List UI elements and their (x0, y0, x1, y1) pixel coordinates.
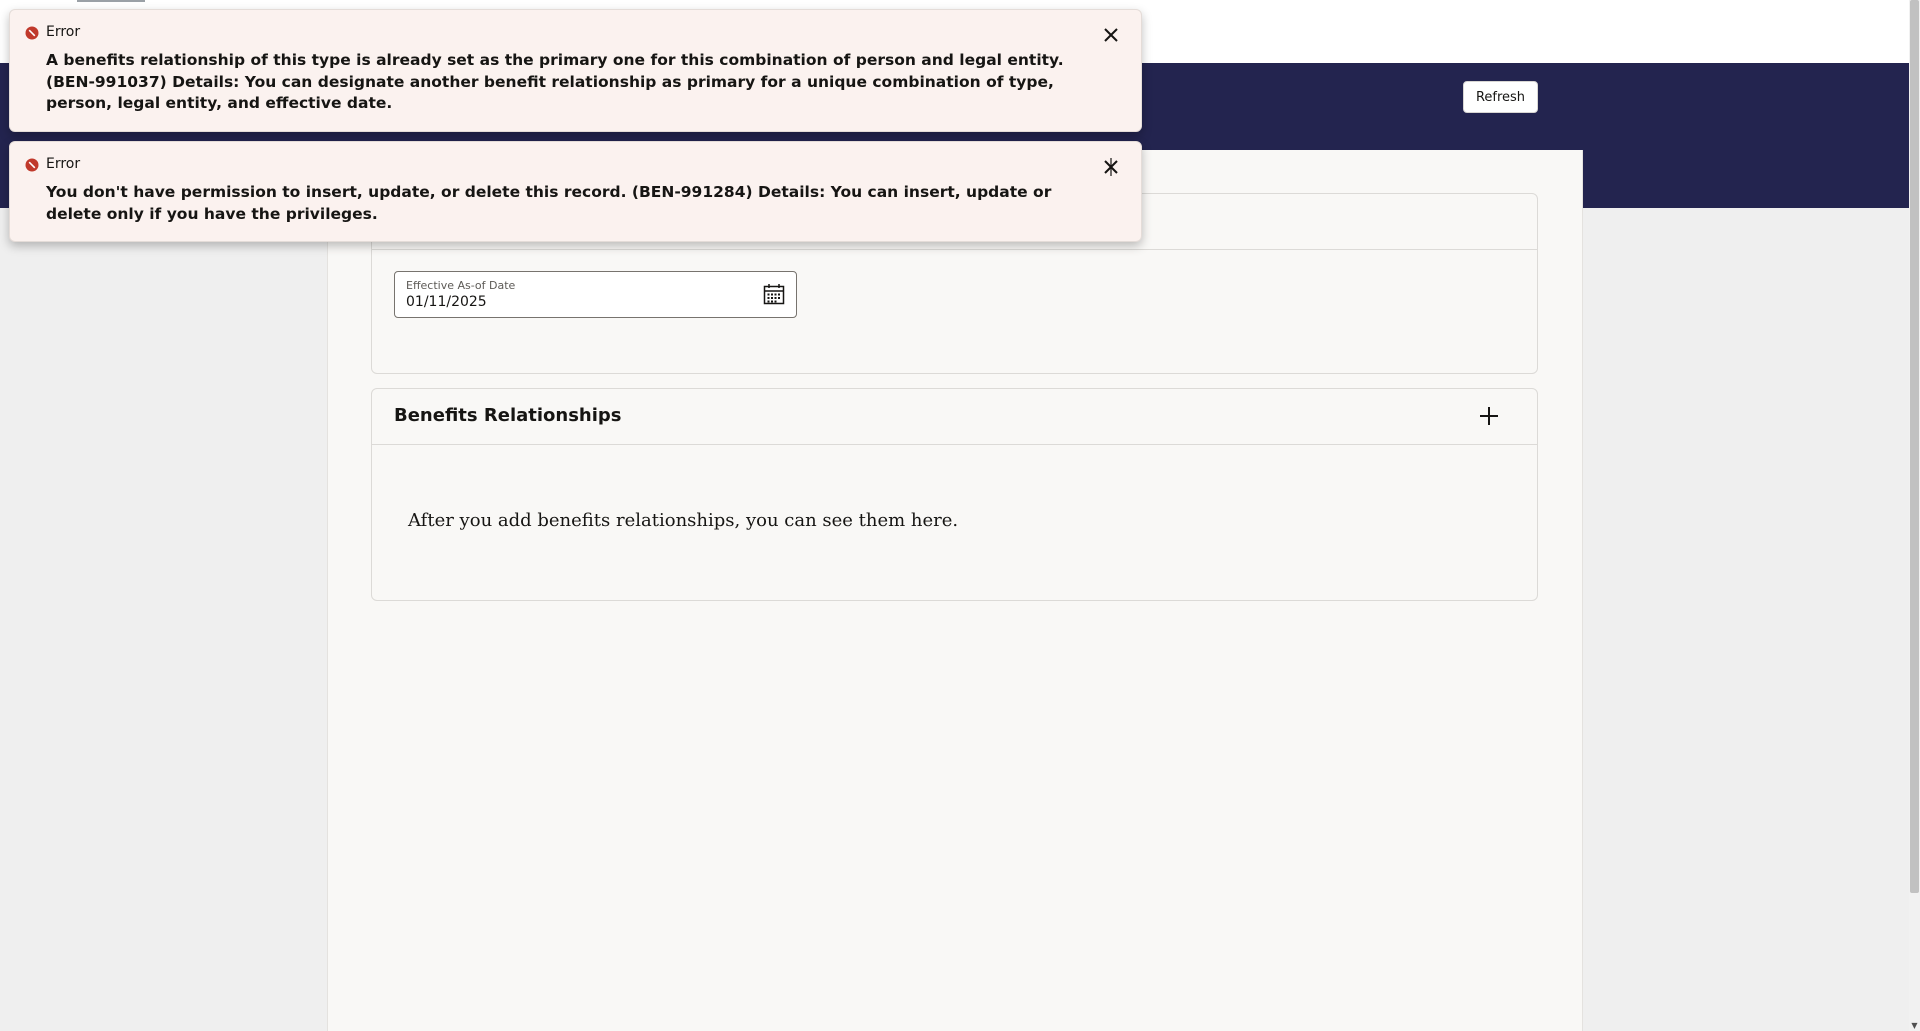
notification-title: Error (46, 24, 81, 40)
error-notification: Error A benefits relationship of this ty… (9, 9, 1142, 132)
scroll-down-icon[interactable]: ▼ (1909, 1019, 1920, 1031)
section-title: Benefits Relationships (394, 405, 622, 426)
refresh-button[interactable]: Refresh (1463, 81, 1538, 113)
error-icon (25, 158, 39, 172)
empty-state-message: After you add benefits relationships, yo… (408, 510, 959, 531)
calendar-icon[interactable] (762, 282, 786, 306)
scrollbar-thumb[interactable] (1910, 0, 1919, 893)
card-divider (372, 444, 1537, 445)
tab-indicator (77, 0, 145, 2)
effective-date-value[interactable]: 01/11/2025 (406, 294, 487, 310)
benefits-relationships-card: Benefits Relationships After you add ben… (371, 388, 1538, 601)
close-icon[interactable] (1100, 24, 1122, 46)
error-notification: Error You don't have permission to inser… (9, 141, 1142, 242)
effective-date-field[interactable]: Effective As-of Date 01/11/2025 (394, 271, 797, 318)
notification-title: Error (46, 156, 81, 172)
card-divider (372, 249, 1537, 250)
notification-message: A benefits relationship of this type is … (46, 51, 1064, 112)
notification-message: You don't have permission to insert, upd… (46, 183, 1052, 223)
plus-icon[interactable] (1474, 401, 1504, 431)
error-icon (25, 26, 39, 40)
close-icon[interactable] (1100, 156, 1122, 178)
effective-date-label: Effective As-of Date (406, 279, 516, 292)
